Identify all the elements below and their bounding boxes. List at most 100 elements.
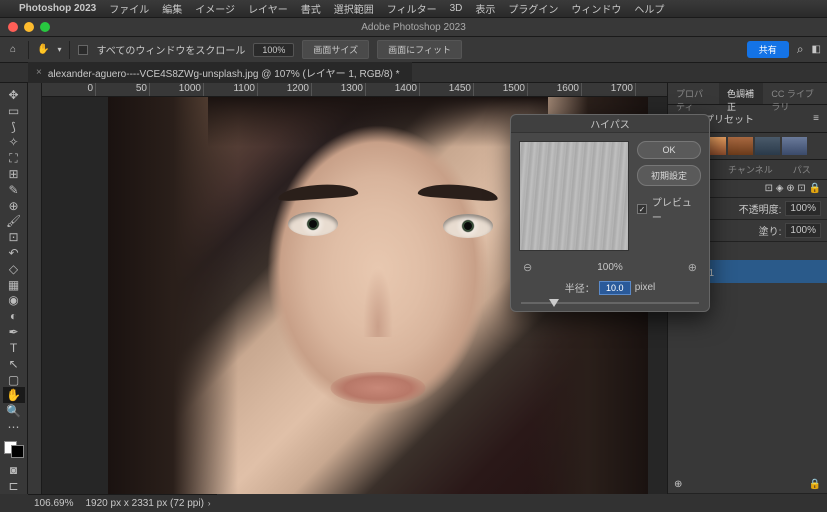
lasso-tool[interactable]: ⟆ (3, 119, 25, 135)
radius-input[interactable] (599, 281, 631, 295)
tab-cc-libraries[interactable]: CC ライブラリ (763, 83, 827, 104)
layer-link-icon[interactable]: ⊕ (674, 479, 682, 490)
menu-window[interactable]: ウィンドウ (571, 1, 621, 16)
preview-label: プレビュー (652, 194, 701, 224)
tab-properties[interactable]: プロパティ (668, 83, 719, 104)
blur-tool[interactable]: ◉ (3, 293, 25, 309)
path-tool[interactable]: ↖ (3, 356, 25, 372)
document-tabs: × alexander-aguero----VCE4S8ZWg-unsplash… (0, 63, 827, 83)
zoom-in-icon[interactable]: ⊕ (688, 261, 697, 274)
scroll-all-label: すべてのウィンドウをスクロール (96, 42, 245, 57)
menu-select[interactable]: 選択範囲 (334, 1, 374, 16)
menu-edit[interactable]: 編集 (162, 1, 182, 16)
list-icon[interactable]: ≡ (813, 113, 819, 124)
stamp-tool[interactable]: ⊡ (3, 229, 25, 245)
zoom-tool[interactable]: 🔍 (3, 403, 25, 419)
preset-thumb[interactable] (782, 137, 807, 155)
tab-adjustments[interactable]: 色調補正 (719, 83, 763, 104)
quickmask-tool[interactable]: ◙ (3, 462, 25, 478)
workspace-icon[interactable]: ◧ (812, 44, 821, 55)
eraser-tool[interactable]: ◇ (3, 261, 25, 277)
radius-label: 半径： (565, 280, 595, 295)
status-menu-icon[interactable]: › (208, 499, 211, 508)
search-icon[interactable]: ⌕ (797, 42, 804, 57)
maximize-button[interactable] (40, 22, 50, 32)
menu-filter[interactable]: フィルター (387, 1, 437, 16)
zoom-field[interactable]: 100% (253, 43, 294, 57)
scroll-all-checkbox[interactable] (78, 45, 88, 55)
ruler-vertical (28, 83, 42, 494)
dialog-title: ハイパス (511, 115, 709, 133)
menu-view[interactable]: 表示 (475, 1, 495, 16)
ok-button[interactable]: OK (637, 141, 701, 159)
menu-type[interactable]: 書式 (301, 1, 321, 16)
hand-tool-icon[interactable]: ✋ (37, 44, 49, 55)
document-tab[interactable]: × alexander-aguero----VCE4S8ZWg-unsplash… (28, 62, 412, 83)
fit-screen-button[interactable]: 画面サイズ (302, 40, 369, 59)
status-bar: 106.69% 1920 px x 2331 px (72 ppi) › (28, 494, 217, 512)
opacity-value[interactable]: 100% (785, 201, 821, 216)
close-button[interactable] (8, 22, 18, 32)
frame-tool[interactable]: ⊞ (3, 166, 25, 182)
status-dims: 1920 px x 2331 px (72 ppi) (85, 498, 203, 509)
menu-plugins[interactable]: プラグイン (508, 1, 558, 16)
preset-thumb[interactable] (755, 137, 780, 155)
status-zoom[interactable]: 106.69% (34, 498, 73, 509)
filter-preview[interactable] (519, 141, 629, 251)
macos-menubar: Photoshop 2023 ファイル 編集 イメージ レイヤー 書式 選択範囲… (0, 0, 827, 18)
options-bar: ⌂ ✋ ▾ すべてのウィンドウをスクロール 100% 画面サイズ 画面にフィット… (0, 37, 827, 63)
share-button[interactable]: 共有 (747, 41, 789, 58)
edit-toolbar[interactable]: ⋯ (3, 419, 25, 435)
fill-label: 塗り: (759, 223, 782, 238)
window-titlebar: Adobe Photoshop 2023 (0, 18, 827, 37)
shape-tool[interactable]: ▢ (3, 372, 25, 388)
app-menu[interactable]: Photoshop 2023 (19, 3, 96, 14)
menu-help[interactable]: ヘルプ (634, 1, 664, 16)
fill-value[interactable]: 100% (785, 223, 821, 238)
menu-image[interactable]: イメージ (195, 1, 235, 16)
history-brush-tool[interactable]: ↶ (3, 245, 25, 261)
hand-tool[interactable]: ✋ (3, 387, 25, 403)
opacity-label: 不透明度: (739, 201, 782, 216)
radius-slider[interactable] (511, 299, 709, 311)
pen-tool[interactable]: ✒ (3, 324, 25, 340)
wand-tool[interactable]: ✧ (3, 134, 25, 150)
window-title: Adobe Photoshop 2023 (361, 22, 466, 33)
color-swatch[interactable] (4, 441, 24, 459)
tools-panel: ✥ ▭ ⟆ ✧ ⛶ ⊞ ✎ ⊕ 🖌 ⊡ ↶ ◇ ▦ ◉ ◐ ✒ T ↖ ▢ ✋ … (0, 83, 28, 494)
type-tool[interactable]: T (3, 340, 25, 356)
fit-window-button[interactable]: 画面にフィット (377, 40, 462, 59)
reset-button[interactable]: 初期設定 (637, 165, 701, 186)
crop-tool[interactable]: ⛶ (3, 150, 25, 166)
tab-channels[interactable]: チャンネル (718, 160, 783, 179)
gradient-tool[interactable]: ▦ (3, 277, 25, 293)
screenmode-tool[interactable]: ⊏ (3, 478, 25, 494)
home-icon[interactable]: ⌂ (6, 43, 20, 57)
tab-paths[interactable]: パス (783, 160, 821, 179)
highpass-dialog: ハイパス OK 初期設定 ✓ プレビュー ⊖ 100% ⊕ 半径： pixel (510, 114, 710, 312)
move-tool[interactable]: ✥ (3, 87, 25, 103)
zoom-out-icon[interactable]: ⊖ (523, 261, 532, 274)
dropdown-icon[interactable]: ▾ (57, 45, 61, 54)
heal-tool[interactable]: ⊕ (3, 198, 25, 214)
eyedropper-tool[interactable]: ✎ (3, 182, 25, 198)
menu-layer[interactable]: レイヤー (248, 1, 288, 16)
preview-checkbox[interactable]: ✓ (637, 204, 647, 214)
tab-title: alexander-aguero----VCE4S8ZWg-unsplash.j… (48, 65, 400, 80)
minimize-button[interactable] (24, 22, 34, 32)
menu-file[interactable]: ファイル (109, 1, 149, 16)
layer-bottom-icons: ⊕ 🔒 (668, 476, 827, 494)
close-tab-icon[interactable]: × (36, 67, 42, 78)
brush-tool[interactable]: 🖌 (3, 214, 25, 230)
marquee-tool[interactable]: ▭ (3, 103, 25, 119)
lock-icons[interactable]: ⊡ ◈ ⊕ ⊡ 🔒 (765, 183, 821, 194)
preset-thumb[interactable] (728, 137, 753, 155)
panel-tabs-top: プロパティ 色調補正 CC ライブラリ (668, 83, 827, 105)
ruler-horizontal: 050100011001200130014001450150016001700 (42, 83, 667, 97)
separator (69, 41, 70, 59)
menu-3d[interactable]: 3D (450, 3, 463, 14)
slider-thumb[interactable] (549, 299, 559, 307)
zoom-value: 100% (597, 262, 623, 273)
dodge-tool[interactable]: ◐ (3, 308, 25, 324)
layer-lock-icon[interactable]: 🔒 (809, 479, 821, 490)
